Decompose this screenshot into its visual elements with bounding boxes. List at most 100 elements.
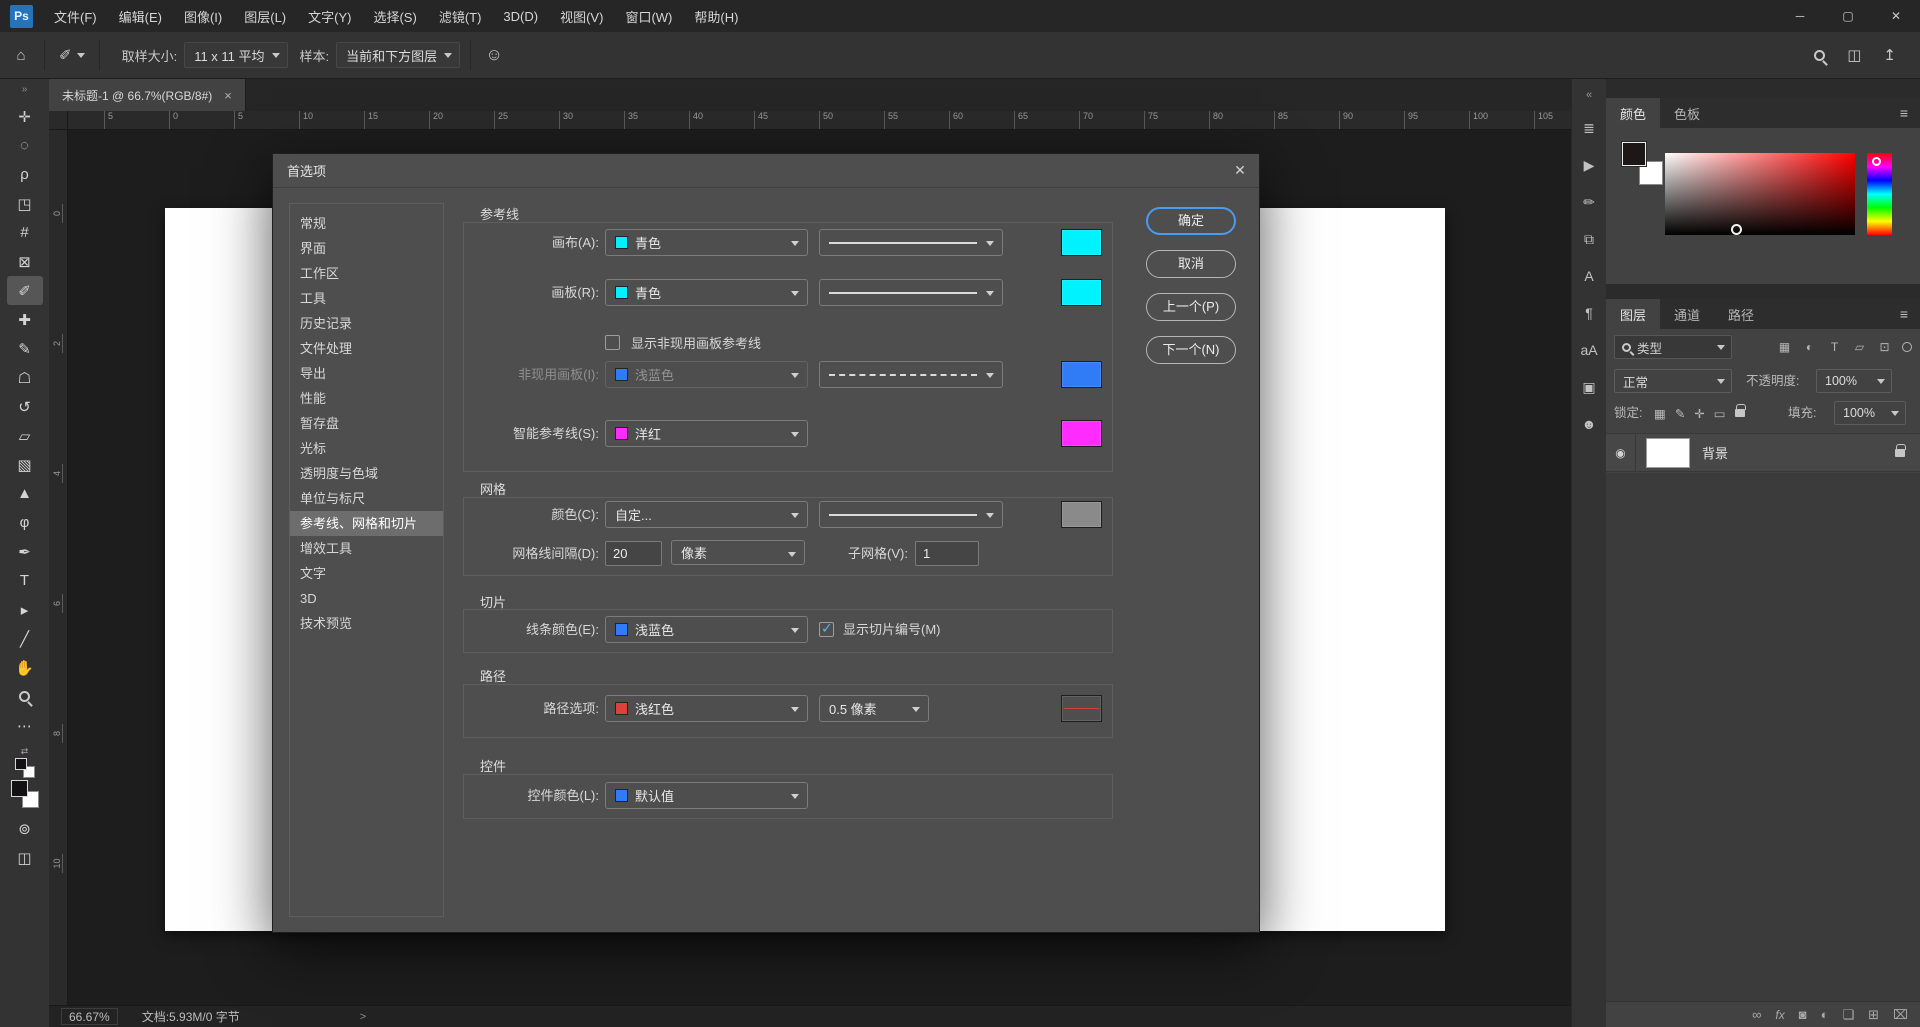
filter-shape-icon[interactable]: ▱ <box>1852 340 1867 354</box>
healing-brush-tool[interactable]: ✚ <box>7 305 43 334</box>
lock-move-icon[interactable]: ✛ <box>1694 406 1704 421</box>
layer-row-background[interactable]: ◉ 背景 <box>1606 433 1920 472</box>
blur-tool[interactable]: ▲ <box>7 479 43 508</box>
tab-layers[interactable]: 图层 <box>1606 299 1660 329</box>
pref-category-11[interactable]: 透明度与色域 <box>290 461 443 486</box>
glyphs-panel-icon[interactable]: aA <box>1576 339 1602 361</box>
brush-tool[interactable]: ✎ <box>7 334 43 363</box>
new-layer-icon[interactable]: ⊞ <box>1868 1007 1879 1023</box>
lock-all-icon[interactable] <box>1735 409 1745 417</box>
path-color-dropdown[interactable]: 浅红色 <box>605 695 808 722</box>
gridline-spacing-input[interactable] <box>605 541 662 566</box>
tab-paths[interactable]: 路径 <box>1714 299 1768 329</box>
share-icon[interactable]: ↥ <box>1883 46 1896 64</box>
path-preview-swatch[interactable] <box>1061 695 1102 722</box>
cancel-button[interactable]: 取消 <box>1146 250 1236 278</box>
menubar-item-view[interactable]: 视图(V) <box>549 0 614 32</box>
link-layers-icon[interactable]: ∞ <box>1752 1007 1761 1022</box>
filter-toggle[interactable] <box>1902 342 1912 352</box>
home-icon[interactable]: ⌂ <box>8 47 34 64</box>
ok-button[interactable]: 确定 <box>1146 207 1236 235</box>
clone-stamp-tool[interactable]: ☖ <box>7 363 43 392</box>
hue-slider-marker[interactable] <box>1872 157 1881 166</box>
layer-visibility-eye-icon[interactable]: ◉ <box>1606 434 1636 471</box>
artboard-guide-swatch[interactable] <box>1061 279 1102 306</box>
path-selection-tool[interactable]: ▸ <box>7 595 43 624</box>
show-slice-numbers-checkbox[interactable] <box>819 622 834 637</box>
lock-transparency-icon[interactable]: ▦ <box>1654 406 1666 421</box>
marquee-tool[interactable]: ◌ <box>7 131 43 160</box>
menubar-item-image[interactable]: 图像(I) <box>173 0 233 32</box>
pen-tool[interactable]: ✒ <box>7 537 43 566</box>
line-tool[interactable]: ╱ <box>7 624 43 653</box>
document-tab[interactable]: 未标题-1 @ 66.7%(RGB/8#) × <box>49 79 246 111</box>
foreground-color-swatch[interactable] <box>11 780 28 797</box>
screen-mode-button[interactable]: ◫ <box>7 843 43 872</box>
object-selection-tool[interactable]: ◳ <box>7 189 43 218</box>
saturation-brightness-field[interactable] <box>1665 153 1855 235</box>
pref-category-8[interactable]: 性能 <box>290 386 443 411</box>
inactive-artboard-style-dropdown[interactable] <box>819 361 1003 388</box>
smart-guides-swatch[interactable] <box>1061 420 1102 447</box>
canvas-guide-style-dropdown[interactable] <box>819 229 1003 256</box>
tab-swatches[interactable]: 色板 <box>1660 98 1714 128</box>
default-colors-control[interactable] <box>15 758 35 778</box>
status-chevron-icon[interactable]: > <box>360 1011 366 1023</box>
lasso-tool[interactable]: ρ <box>7 160 43 189</box>
clone-source-panel-icon[interactable]: ⧉ <box>1576 228 1602 250</box>
hue-slider[interactable] <box>1867 153 1892 235</box>
show-inactive-guides-checkbox[interactable] <box>605 335 620 350</box>
menubar-item-file[interactable]: 文件(F) <box>43 0 108 32</box>
horizontal-ruler[interactable]: 5051015202530354045505560657075808590951… <box>68 111 1571 130</box>
fill-dropdown[interactable]: 100% <box>1834 401 1906 425</box>
brush-settings-panel-icon[interactable]: ✏ <box>1576 191 1602 213</box>
control-color-dropdown[interactable]: 默认值 <box>605 782 808 809</box>
menubar-item-window[interactable]: 窗口(W) <box>614 0 683 32</box>
menubar-item-type[interactable]: 文字(Y) <box>297 0 362 32</box>
filter-adjustment-icon[interactable]: ◐ <box>1802 340 1817 354</box>
layer-mask-icon[interactable]: ◙ <box>1799 1007 1807 1022</box>
crop-tool[interactable]: # <box>7 218 43 247</box>
sample-size-dropdown[interactable]: 11 x 11 平均 <box>184 42 287 68</box>
menubar-item-select[interactable]: 选择(S) <box>362 0 427 32</box>
dialog-titlebar[interactable]: 首选项 ✕ <box>273 154 1259 188</box>
properties-panel-icon[interactable]: ≣ <box>1576 117 1602 139</box>
grid-unit-dropdown[interactable]: 像素 <box>671 540 805 565</box>
swap-colors-icon[interactable]: ⇄ <box>21 746 29 756</box>
filter-pixel-icon[interactable]: ▦ <box>1777 340 1792 354</box>
gradient-tool[interactable]: ▧ <box>7 450 43 479</box>
workspace-switcher-icon[interactable]: ◫ <box>1847 46 1861 64</box>
opacity-dropdown[interactable]: 100% <box>1816 369 1892 393</box>
actions-panel-icon[interactable]: ▶ <box>1576 154 1602 176</box>
panel-menu-icon[interactable]: ≡ <box>1888 299 1920 329</box>
eyedropper-tool[interactable]: ✐ <box>7 276 43 305</box>
edit-toolbar[interactable]: ⋯ <box>7 711 43 740</box>
filter-smart-object-icon[interactable]: ⊡ <box>1877 340 1892 354</box>
tab-color[interactable]: 颜色 <box>1606 98 1660 128</box>
restore-button[interactable]: ▢ <box>1824 0 1872 32</box>
panel-menu-icon[interactable]: ≡ <box>1888 98 1920 128</box>
quick-mask-button[interactable]: ⊚ <box>7 814 43 843</box>
layer-thumbnail[interactable] <box>1646 438 1690 468</box>
layer-group-icon[interactable]: ❏ <box>1842 1007 1854 1023</box>
menubar-item-layer[interactable]: 图层(L) <box>233 0 297 32</box>
ruler-corner[interactable] <box>49 111 68 130</box>
sample-dropdown[interactable]: 当前和下方图层 <box>336 42 460 68</box>
path-width-dropdown[interactable]: 0.5 像素 <box>819 695 929 722</box>
sampling-ring-icon[interactable]: ☺ <box>481 45 507 65</box>
delete-layer-icon[interactable]: ⌧ <box>1893 1007 1908 1023</box>
minimize-button[interactable]: ─ <box>1776 0 1824 32</box>
frame-tool[interactable]: ⊠ <box>7 247 43 276</box>
history-brush-tool[interactable]: ↺ <box>7 392 43 421</box>
filter-type-icon[interactable]: T <box>1827 340 1842 354</box>
artboard-guide-color-dropdown[interactable]: 青色 <box>605 279 808 306</box>
menubar-item-edit[interactable]: 编辑(E) <box>108 0 173 32</box>
canvas-guide-color-dropdown[interactable]: 青色 <box>605 229 808 256</box>
current-tool-button[interactable]: ✐ <box>55 46 89 64</box>
dodge-tool[interactable]: φ <box>7 508 43 537</box>
zoom-tool[interactable] <box>7 682 43 711</box>
adjustment-layer-icon[interactable]: ◐ <box>1821 1007 1829 1022</box>
move-tool[interactable]: ✛ <box>7 102 43 131</box>
libraries-panel-icon[interactable]: ☻ <box>1576 413 1602 435</box>
eraser-tool[interactable]: ▱ <box>7 421 43 450</box>
